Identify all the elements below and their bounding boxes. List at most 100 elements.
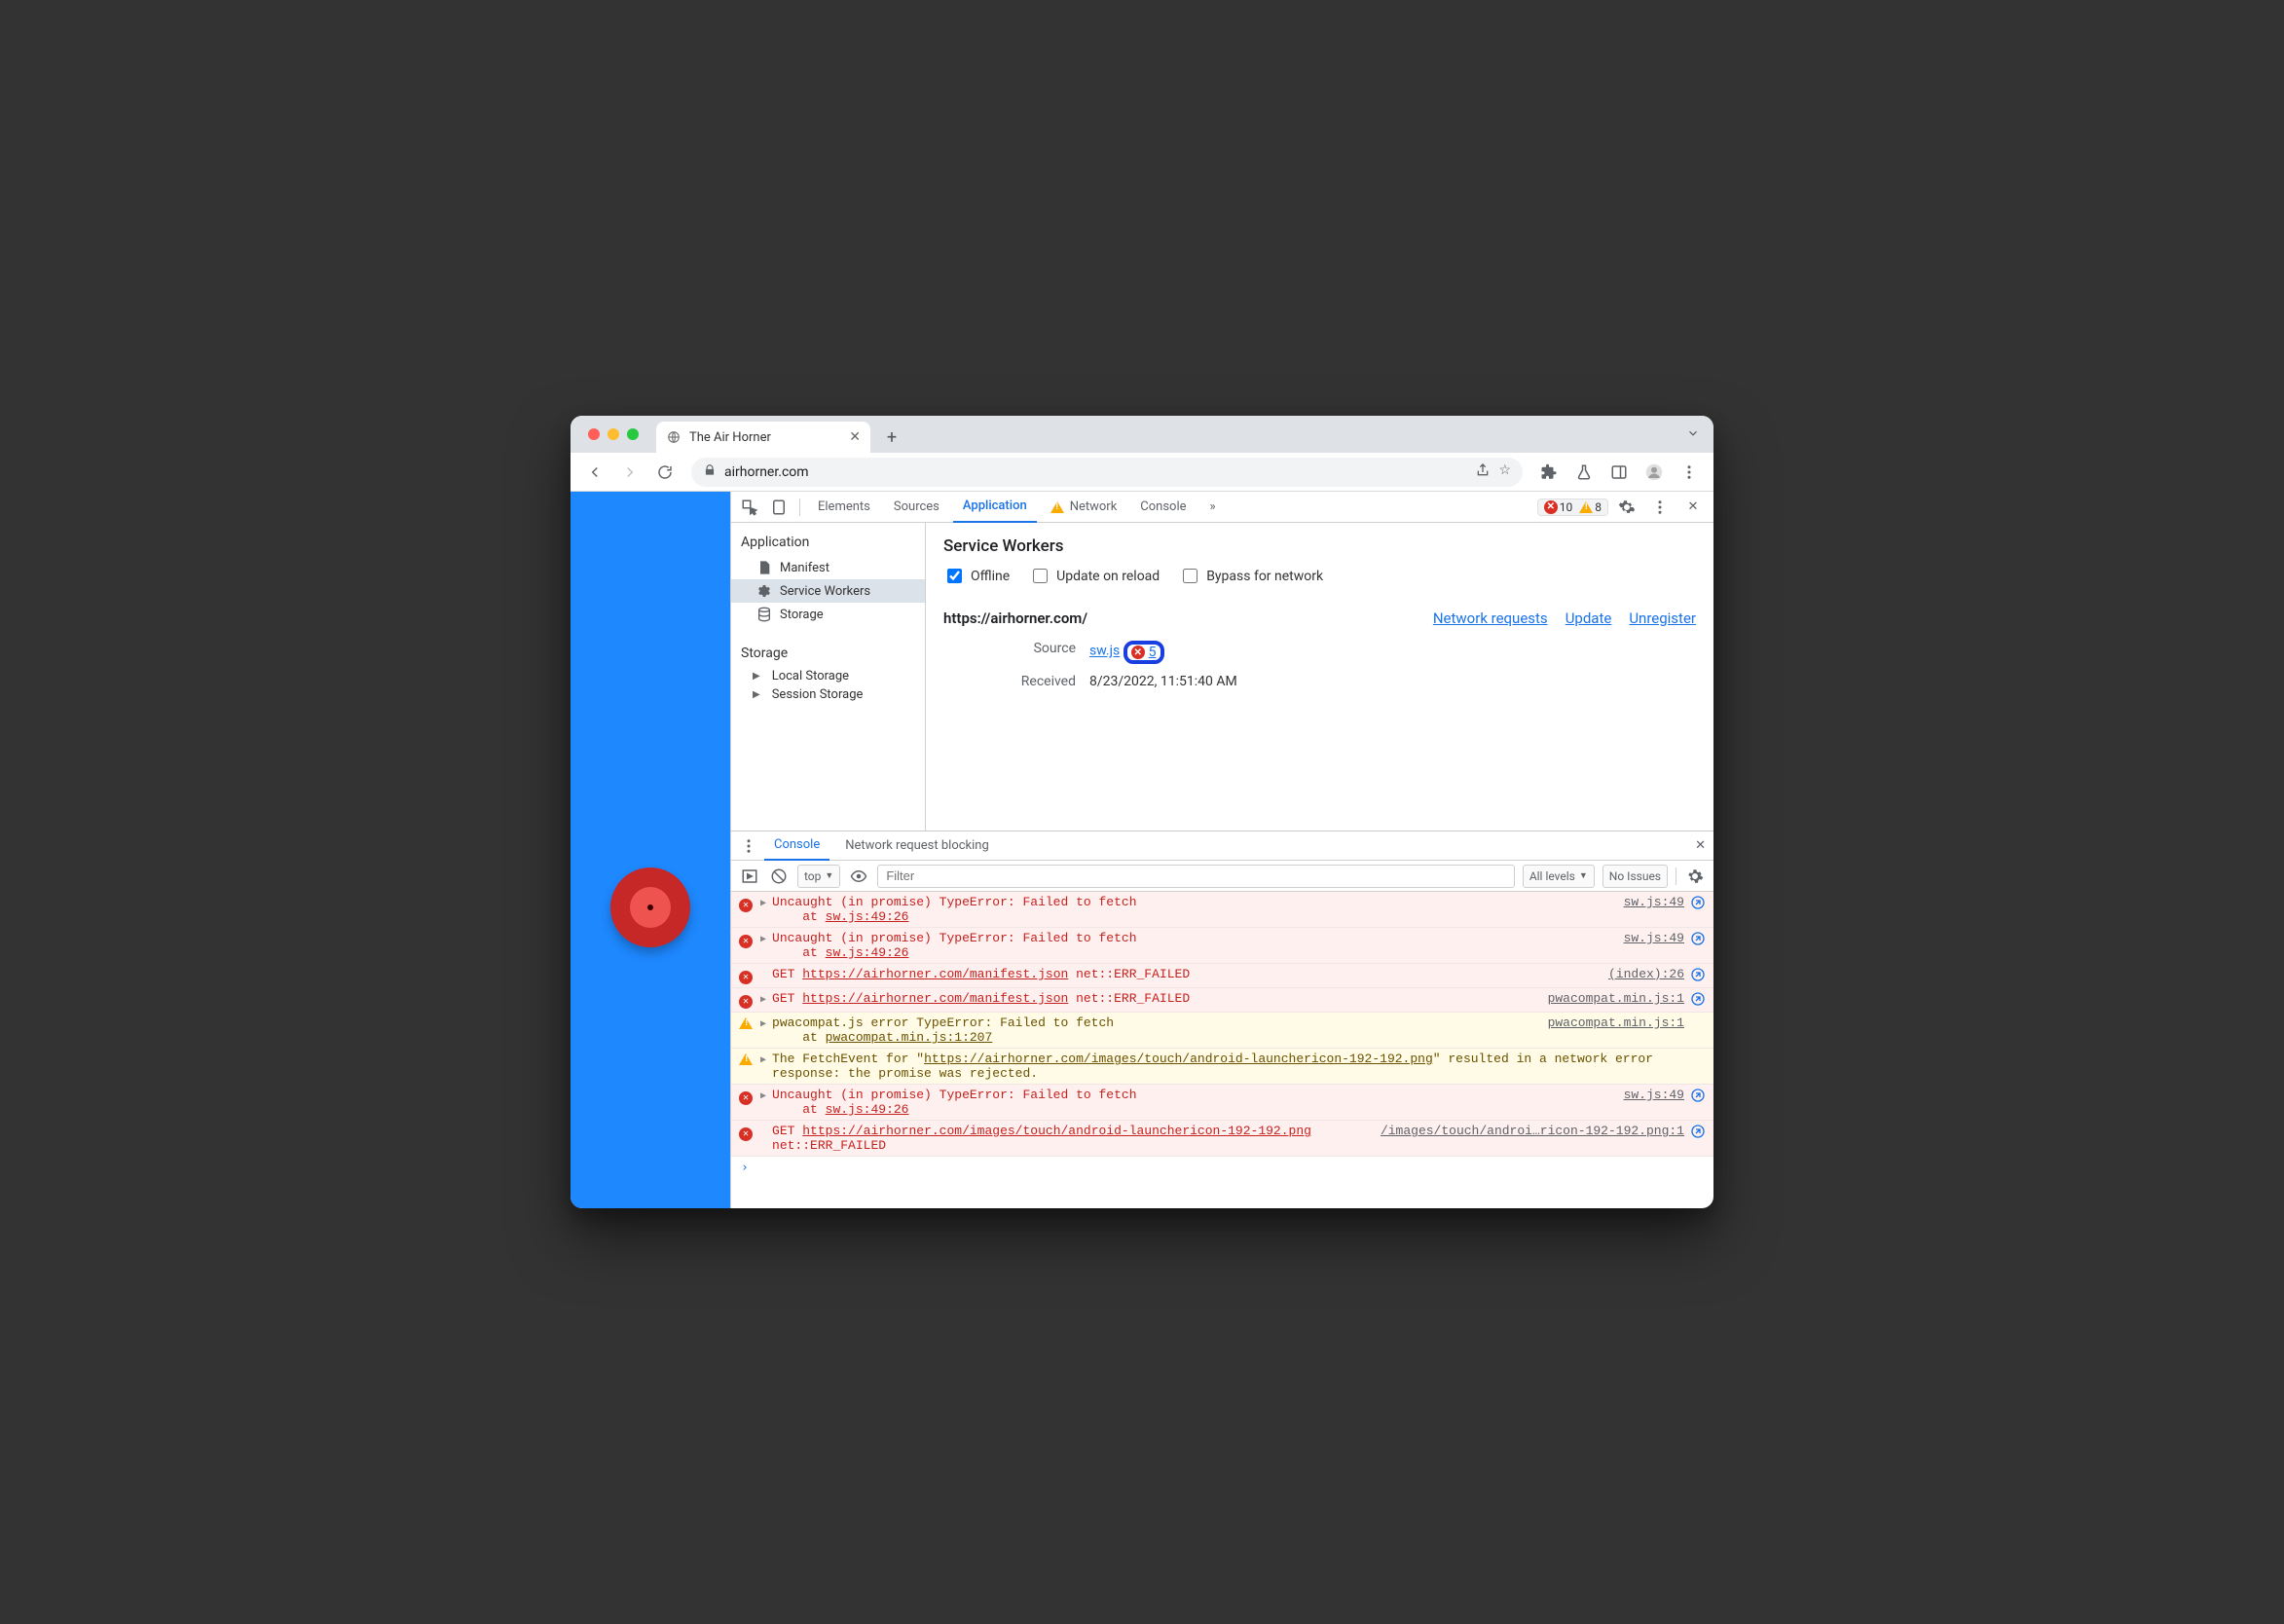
address-bar[interactable]: airhorner.com ☆ xyxy=(691,458,1523,487)
airhorn-button[interactable] xyxy=(610,867,690,947)
expand-caret-icon[interactable]: ▶ xyxy=(760,1018,766,1030)
console-row[interactable]: ✕ ▶ GET https://airhorner.com/manifest.j… xyxy=(731,988,1713,1013)
error-warning-pill[interactable]: ✕10 8 xyxy=(1537,498,1608,516)
navigate-icon[interactable] xyxy=(1690,967,1706,982)
settings-icon[interactable] xyxy=(1612,493,1641,522)
sidebar-item-service-workers[interactable]: Service Workers xyxy=(731,579,925,603)
update-link[interactable]: Update xyxy=(1566,609,1612,627)
expand-caret-icon[interactable]: ▶ xyxy=(760,898,766,909)
tab-more[interactable]: » xyxy=(1200,492,1226,523)
source-link[interactable]: pwacompat.min.js:1:207 xyxy=(826,1030,993,1045)
window-maximize-light[interactable] xyxy=(627,428,639,440)
console-row[interactable]: ▶ The FetchEvent for "https://airhorner.… xyxy=(731,1049,1713,1085)
bypass-for-network-checkbox[interactable]: Bypass for network xyxy=(1179,566,1323,586)
source-location[interactable]: /images/touch/androi…ricon-192-192.png:1 xyxy=(1381,1124,1684,1138)
live-expression-icon[interactable] xyxy=(848,862,869,891)
reload-button[interactable] xyxy=(650,458,680,487)
tab-network[interactable]: Network xyxy=(1041,492,1127,523)
drawer-tab-network-request-blocking[interactable]: Network request blocking xyxy=(835,831,999,861)
source-location[interactable]: (index):26 xyxy=(1608,967,1684,981)
drawer-tab-console[interactable]: Console xyxy=(764,831,829,861)
new-tab-button[interactable]: + xyxy=(878,424,905,451)
share-icon[interactable] xyxy=(1475,462,1491,482)
lock-icon xyxy=(703,463,717,481)
profile-icon[interactable] xyxy=(1639,458,1669,487)
url-link[interactable]: https://airhorner.com/manifest.json xyxy=(802,967,1068,981)
source-location[interactable]: sw.js:49 xyxy=(1624,931,1684,945)
source-location[interactable]: pwacompat.min.js:1 xyxy=(1548,991,1684,1006)
sidebar-item-session-storage[interactable]: ▶ Session Storage xyxy=(731,685,925,704)
devtools-close-icon[interactable]: ✕ xyxy=(1678,493,1708,522)
expand-caret-icon[interactable]: ▶ xyxy=(760,934,766,945)
drawer-close-icon[interactable]: ✕ xyxy=(1695,838,1706,853)
tab-sources[interactable]: Sources xyxy=(884,492,949,523)
url-link[interactable]: https://airhorner.com/images/touch/andro… xyxy=(802,1124,1311,1138)
navigate-icon[interactable] xyxy=(1690,1124,1706,1139)
unregister-link[interactable]: Unregister xyxy=(1629,609,1696,627)
window-minimize-light[interactable] xyxy=(608,428,619,440)
console-settings-icon[interactable] xyxy=(1684,862,1706,891)
console-row[interactable]: ✕ ▶ Uncaught (in promise) TypeError: Fai… xyxy=(731,928,1713,964)
clear-console-icon[interactable] xyxy=(768,862,790,891)
source-location[interactable]: sw.js:49 xyxy=(1624,895,1684,909)
console-row[interactable]: ✕ ▶ Uncaught (in promise) TypeError: Fai… xyxy=(731,892,1713,928)
bookmark-icon[interactable]: ☆ xyxy=(1498,462,1511,482)
back-button[interactable] xyxy=(580,458,609,487)
source-location[interactable]: pwacompat.min.js:1 xyxy=(1548,1015,1684,1030)
tab-close-icon[interactable]: ✕ xyxy=(849,429,861,445)
sidebar-item-storage[interactable]: Storage xyxy=(731,603,925,626)
extensions-icon[interactable] xyxy=(1534,458,1564,487)
console-row[interactable]: ▶ pwacompat.js error TypeError: Failed t… xyxy=(731,1013,1713,1049)
expand-caret-icon[interactable]: ▶ xyxy=(760,994,766,1006)
url-link[interactable]: https://airhorner.com/images/touch/andro… xyxy=(924,1052,1433,1066)
file-icon xyxy=(756,560,772,575)
tab-console[interactable]: Console xyxy=(1130,492,1196,523)
navigate-icon[interactable] xyxy=(1690,1088,1706,1103)
tab-elements[interactable]: Elements xyxy=(808,492,880,523)
url-link[interactable]: https://airhorner.com/manifest.json xyxy=(802,991,1068,1006)
issues-button[interactable]: No Issues xyxy=(1602,865,1668,888)
log-levels-selector[interactable]: All levels ▼ xyxy=(1523,865,1595,888)
offline-checkbox[interactable]: Offline xyxy=(943,566,1010,586)
inspect-icon[interactable] xyxy=(737,493,762,522)
source-link[interactable]: sw.js:49:26 xyxy=(826,1102,909,1117)
devtools-menu-icon[interactable] xyxy=(1645,493,1675,522)
labs-icon[interactable] xyxy=(1569,458,1599,487)
window-close-light[interactable] xyxy=(588,428,600,440)
sw-source-link[interactable]: sw.js xyxy=(1089,644,1120,659)
chrome-menu-icon[interactable] xyxy=(1675,458,1704,487)
tab-application[interactable]: Application xyxy=(953,492,1037,523)
update-on-reload-checkbox[interactable]: Update on reload xyxy=(1029,566,1160,586)
drawer-menu-icon[interactable] xyxy=(739,831,758,861)
sidebar-item-manifest[interactable]: Manifest xyxy=(731,556,925,579)
source-location[interactable]: sw.js:49 xyxy=(1624,1088,1684,1102)
context-selector[interactable]: top ▼ xyxy=(797,865,840,888)
side-panel-icon[interactable] xyxy=(1604,458,1634,487)
browser-window: The Air Horner ✕ + airhorner.com ☆ xyxy=(571,416,1713,1208)
navigate-icon[interactable] xyxy=(1690,895,1706,910)
error-icon: ✕ xyxy=(1131,646,1145,659)
expand-caret-icon[interactable]: ▶ xyxy=(760,1090,766,1102)
source-link[interactable]: sw.js:49:26 xyxy=(826,909,909,924)
tabs-dropdown-icon[interactable] xyxy=(1686,425,1700,444)
console-row[interactable]: ✕ ▶ Uncaught (in promise) TypeError: Fai… xyxy=(731,1085,1713,1121)
panel-heading: Service Workers xyxy=(943,536,1696,556)
console-sidebar-toggle-icon[interactable] xyxy=(739,862,760,891)
device-toggle-icon[interactable] xyxy=(766,493,792,522)
navigate-icon[interactable] xyxy=(1690,991,1706,1007)
sw-error-count-link[interactable]: 5 xyxy=(1149,645,1157,660)
error-icon: ✕ xyxy=(739,971,753,984)
highlighted-error-count: ✕ 5 xyxy=(1124,641,1164,664)
expand-caret-icon[interactable]: ▶ xyxy=(760,1054,766,1066)
forward-button[interactable] xyxy=(615,458,645,487)
console-row[interactable]: ✕ ▶ GET https://airhorner.com/images/tou… xyxy=(731,1121,1713,1157)
navigate-icon[interactable] xyxy=(1690,931,1706,946)
received-value: 8/23/2022, 11:51:40 AM xyxy=(1089,674,1696,689)
network-requests-link[interactable]: Network requests xyxy=(1433,609,1548,627)
browser-tab[interactable]: The Air Horner ✕ xyxy=(656,422,870,453)
console-row[interactable]: ✕ ▶ GET https://airhorner.com/manifest.j… xyxy=(731,964,1713,988)
filter-input[interactable] xyxy=(877,865,1515,888)
console-prompt[interactable]: › xyxy=(731,1157,1713,1179)
sidebar-item-local-storage[interactable]: ▶ Local Storage xyxy=(731,667,925,685)
source-link[interactable]: sw.js:49:26 xyxy=(826,945,909,960)
